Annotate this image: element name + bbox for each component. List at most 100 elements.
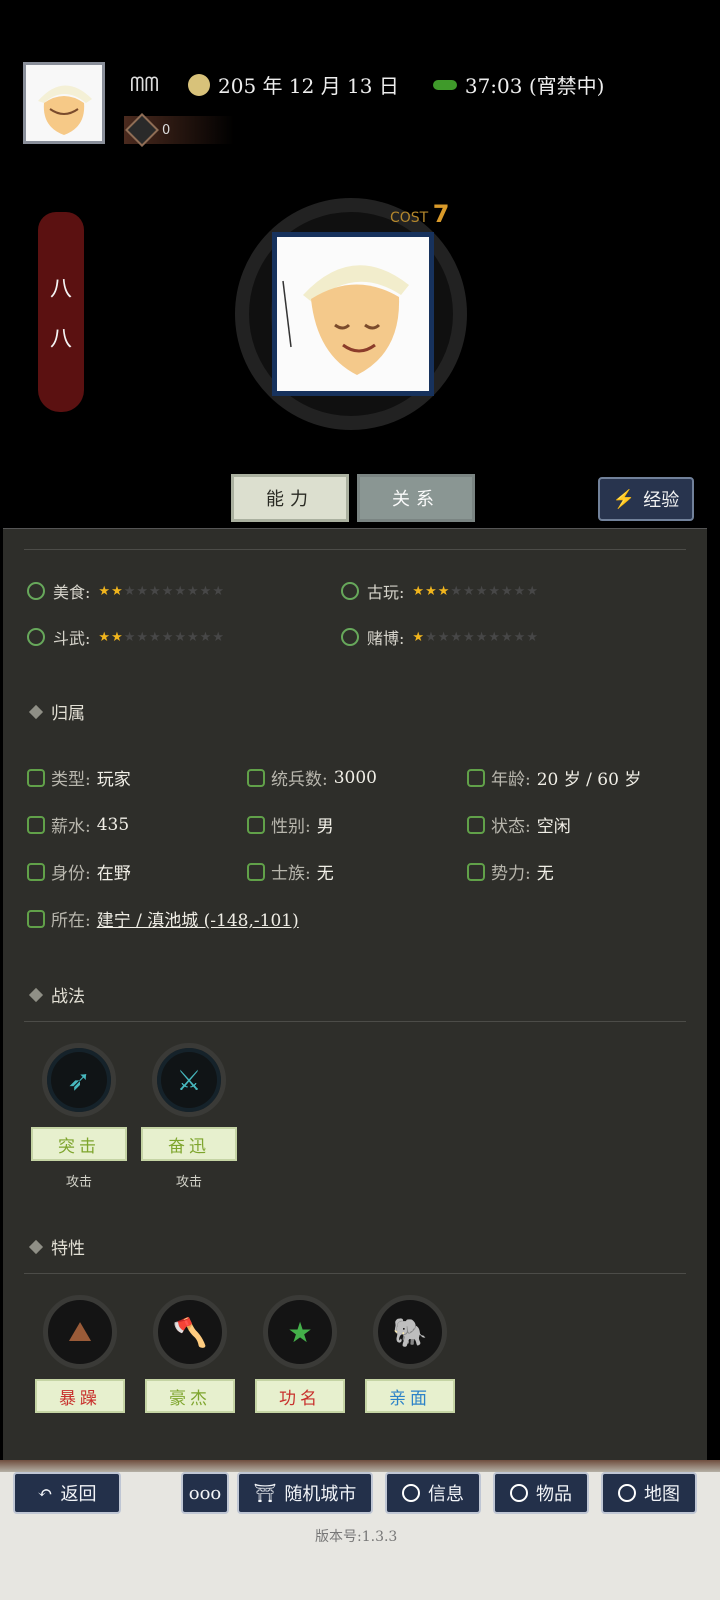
crossed-swords-icon: ⚔ xyxy=(152,1043,226,1117)
section-traits: 特性 xyxy=(28,1234,85,1259)
skill-label: 赌博: xyxy=(367,629,405,648)
player-name: ᗰᗰ xyxy=(130,72,159,96)
gambling-icon xyxy=(341,628,359,646)
random-city-button[interactable]: ⛩ 随机城市 xyxy=(237,1472,373,1514)
identity-icon xyxy=(27,862,45,881)
skill-stars: ★ ★ ★ ★ ★ ★ ★ ★ ★ ★ xyxy=(98,583,224,599)
header-area: ᗰᗰ 205 年 12 月 13 日 37:03 (宵禁中) 0 八 八 COS… xyxy=(0,0,720,528)
info-salary: 薪水: 435 xyxy=(27,812,129,837)
charge-icon: ➶ xyxy=(42,1043,116,1117)
trait-label: 豪杰 xyxy=(145,1379,235,1413)
city-gate-icon: ⛩ xyxy=(253,1482,277,1504)
force-icon xyxy=(467,862,485,881)
tab-relation[interactable]: 关系 xyxy=(357,474,475,522)
antique-icon xyxy=(341,582,359,600)
skill-stars: ★ ★ ★ ★ ★ ★ ★ ★ ★ ★ xyxy=(412,583,538,599)
banner-char: 八 xyxy=(49,327,72,352)
trait-label: 暴躁 xyxy=(35,1379,125,1413)
clan-icon xyxy=(247,862,265,881)
skill-stars: ★ ★ ★ ★ ★ ★ ★ ★ ★ ★ xyxy=(98,629,224,645)
coin-icon xyxy=(125,113,159,147)
info-button[interactable]: 信息 xyxy=(385,1472,481,1514)
cost-value: 7 xyxy=(432,200,450,228)
divider xyxy=(24,1273,686,1274)
section-title: 归属 xyxy=(51,704,85,724)
trait-item[interactable]: 🐘 亲面 xyxy=(365,1295,455,1413)
items-label: 物品 xyxy=(536,1484,572,1505)
trait-label: 功名 xyxy=(255,1379,345,1413)
map-button[interactable]: 地图 xyxy=(601,1472,697,1514)
elephant-icon: 🐘 xyxy=(373,1295,447,1369)
status-icon xyxy=(467,815,485,834)
skill-label: 斗武: xyxy=(53,629,91,648)
footer-ornament xyxy=(0,1460,720,1472)
tab-ability-label: 能力 xyxy=(266,489,314,510)
tactic-item[interactable]: ➶ 突击 攻击 xyxy=(31,1043,127,1190)
game-time: 37:03 (宵禁中) xyxy=(464,74,605,98)
tab-ability[interactable]: 能力 xyxy=(231,474,349,522)
gender-icon xyxy=(247,815,265,834)
trait-label: 亲面 xyxy=(365,1379,455,1413)
info-identity: 身份: 在野 xyxy=(27,859,131,884)
trait-item[interactable]: ⛰ 暴躁 xyxy=(35,1295,125,1413)
info-gender: 性别: 男 xyxy=(247,812,334,837)
diamond-icon xyxy=(28,704,44,719)
coin-count: 0 xyxy=(162,122,171,138)
tactic-type: 攻击 xyxy=(65,1175,92,1190)
coin-balance: 0 xyxy=(124,113,234,147)
map-label: 地图 xyxy=(644,1484,680,1505)
info-age: 年龄: 20 岁 / 60 岁 xyxy=(467,765,641,790)
skill-stars: ★ ★ ★ ★ ★ ★ ★ ★ ★ ★ xyxy=(412,629,538,645)
food-icon xyxy=(27,582,45,600)
ability-panel: 美食: ★ ★ ★ ★ ★ ★ ★ ★ ★ ★ 古玩: ★ ★ ★ ★ ★ ★ ★ ★ ★ ★ 斗武: ★ ★ ★ ★ ★ ★… xyxy=(3,528,707,1460)
helmet-icon: ★ xyxy=(263,1295,337,1369)
tab-relation-label: 关系 xyxy=(392,489,440,510)
character-portrait[interactable] xyxy=(272,232,434,396)
back-label: 返回 xyxy=(60,1484,97,1505)
time-icon xyxy=(432,79,457,90)
items-button[interactable]: 物品 xyxy=(493,1472,589,1514)
info-label: 信息 xyxy=(428,1484,464,1505)
section-affiliation: 归属 xyxy=(28,699,85,724)
experience-button[interactable]: ⚡ 经验 xyxy=(598,477,694,521)
tactic-type: 攻击 xyxy=(175,1175,202,1190)
cost-label: COST xyxy=(390,210,429,226)
back-icon: ↶ xyxy=(37,1482,53,1504)
tactic-label: 突击 xyxy=(31,1127,127,1161)
bag-icon xyxy=(510,1484,528,1502)
section-tactics: 战法 xyxy=(28,982,85,1007)
tactic-label: 奋迅 xyxy=(141,1127,237,1161)
divider xyxy=(24,1021,686,1022)
version-text: 版本号:1.3.3 xyxy=(315,1529,398,1545)
game-date: 205 年 12 月 13 日 xyxy=(218,74,399,98)
yen-icon xyxy=(27,815,45,834)
tactic-item[interactable]: ⚔ 奋迅 攻击 xyxy=(141,1043,237,1190)
rock-icon: ⛰ xyxy=(43,1295,117,1369)
soldier-icon xyxy=(247,768,265,787)
trait-item[interactable]: 🪓 豪杰 xyxy=(145,1295,235,1413)
more-label: ooo xyxy=(188,1482,222,1504)
skill-gambling: 赌博: ★ ★ ★ ★ ★ ★ ★ ★ ★ ★ xyxy=(341,625,538,649)
trait-item[interactable]: ★ 功名 xyxy=(255,1295,345,1413)
axe-icon: 🪓 xyxy=(153,1295,227,1369)
cost-display: COST 7 xyxy=(390,200,449,228)
skill-food: 美食: ★ ★ ★ ★ ★ ★ ★ ★ ★ ★ xyxy=(27,579,224,603)
footer-bar: ↶ 返回 ooo ⛩ 随机城市 信息 物品 地图 版本号:1.3.3 xyxy=(0,1460,720,1600)
chat-icon xyxy=(402,1484,420,1502)
lightning-icon: ⚡ xyxy=(612,488,636,510)
skill-label: 美食: xyxy=(53,583,91,602)
calendar-icon xyxy=(188,73,210,96)
portrait-image xyxy=(277,237,429,391)
info-troops: 统兵数: 3000 xyxy=(247,765,377,790)
info-location: 所在: 建宁 / 滇池城 (-148,-101) xyxy=(27,906,299,931)
date-time-bar: 205 年 12 月 13 日 37:03 (宵禁中) xyxy=(188,70,604,99)
diamond-icon xyxy=(28,1239,44,1254)
player-avatar[interactable] xyxy=(23,62,105,144)
map-icon xyxy=(618,1484,636,1502)
more-button[interactable]: ooo xyxy=(181,1472,229,1514)
back-button[interactable]: ↶ 返回 xyxy=(13,1472,121,1514)
info-status: 状态: 空闲 xyxy=(467,812,571,837)
age-icon xyxy=(467,768,485,787)
location-link[interactable]: 建宁 / 滇池城 (-148,-101) xyxy=(97,906,299,931)
divider xyxy=(24,549,686,550)
